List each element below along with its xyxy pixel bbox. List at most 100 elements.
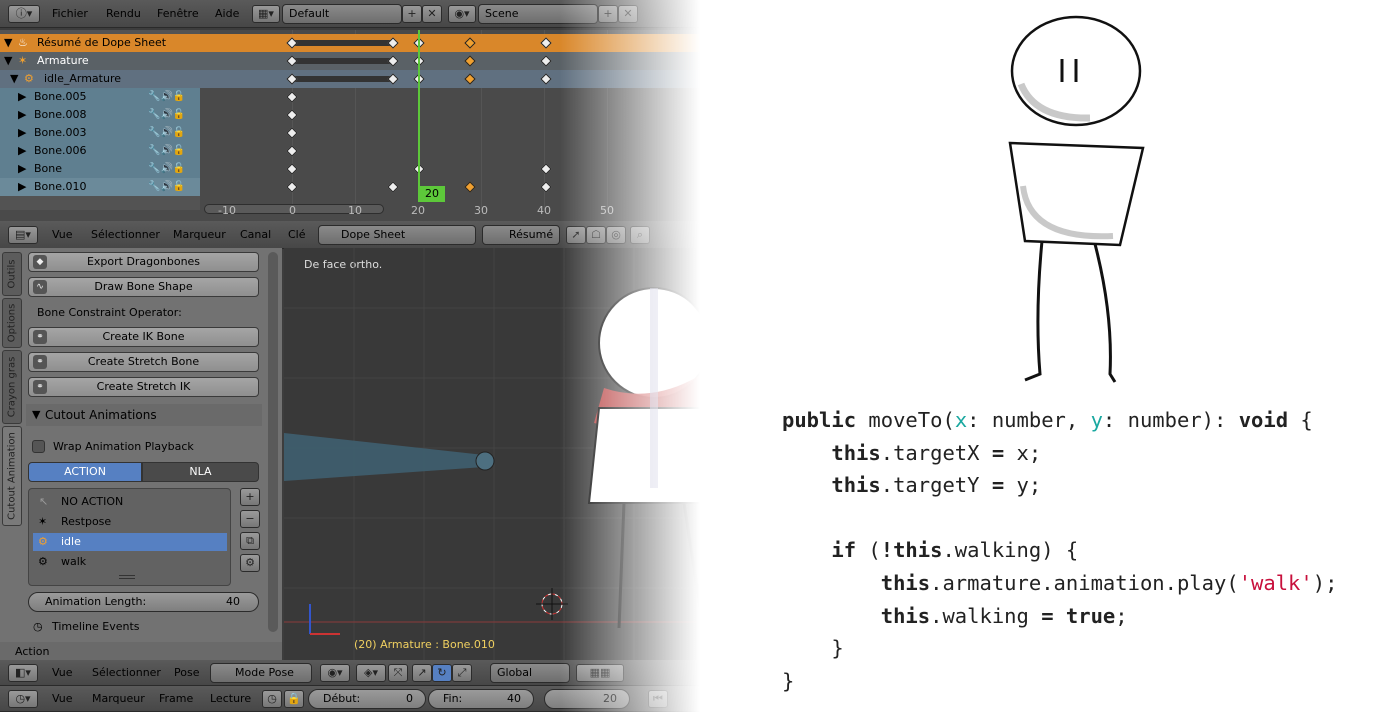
vertical-scrollbar[interactable] — [268, 252, 278, 632]
interaction-mode-select[interactable]: Mode Pose — [210, 663, 312, 683]
scale-icon[interactable]: ⤢ — [452, 664, 472, 682]
rotate-icon[interactable]: ↻ — [432, 664, 452, 682]
scene-icon[interactable]: ◉▾ — [448, 5, 476, 23]
keyframe[interactable] — [540, 163, 552, 175]
pivot-icon[interactable]: ◈▾ — [356, 664, 386, 682]
bone-toggle-icons[interactable]: 🔧🔊🔓 — [148, 106, 185, 124]
list-item[interactable]: ✶ Restpose — [33, 513, 227, 531]
bone-toggle-icons[interactable]: 🔧🔊🔓 — [148, 160, 185, 178]
resize-grip[interactable] — [119, 575, 135, 579]
expand-icon[interactable]: ▶ — [18, 142, 26, 160]
playhead-line[interactable] — [418, 30, 420, 202]
keyframe[interactable] — [387, 181, 399, 193]
animation-length-field[interactable]: Animation Length: 40 — [28, 592, 259, 612]
menu-vue[interactable]: Vue — [52, 228, 73, 241]
add-layout-icon[interactable]: + — [402, 5, 422, 23]
menu-frame[interactable]: Frame — [159, 692, 193, 705]
menu-fenetre[interactable]: Fenêtre — [157, 7, 199, 20]
menu-canal[interactable]: Canal — [240, 228, 271, 241]
orientation-select[interactable]: Global — [490, 663, 570, 683]
tab-outils[interactable]: Outils — [2, 252, 22, 296]
export-dragonbones-button[interactable]: ◆ Export Dragonbones — [28, 252, 259, 272]
menu-rendu[interactable]: Rendu — [106, 7, 141, 20]
keyframe[interactable] — [286, 163, 298, 175]
remove-action-icon[interactable]: − — [240, 510, 260, 528]
channel-bone-row[interactable]: ▶ Bone.003 🔧🔊🔓 — [0, 124, 200, 142]
bone-toggle-icons[interactable]: 🔧🔊🔓 — [148, 178, 185, 196]
layout-select[interactable]: Default — [282, 4, 402, 24]
tab-nla[interactable]: NLA — [142, 462, 259, 482]
tab-action[interactable]: ACTION — [28, 462, 142, 482]
wrap-checkbox[interactable] — [32, 440, 45, 453]
info-editor-icon[interactable]: ⓘ▾ — [8, 5, 40, 23]
channel-bone-row[interactable]: ▶ Bone.010 🔧🔊🔓 — [0, 178, 200, 196]
channel-bone-row[interactable]: ▶ Bone.005 🔧🔊🔓 — [0, 88, 200, 106]
menu-aide[interactable]: Aide — [215, 7, 239, 20]
keyframe[interactable] — [286, 127, 298, 139]
expand-icon[interactable]: ▶ — [18, 88, 26, 106]
menu-marqueur[interactable]: Marqueur — [92, 692, 145, 705]
panel-header[interactable]: ▼ Cutout Animations — [26, 404, 262, 426]
shading-icon[interactable]: ◉▾ — [320, 664, 350, 682]
create-stretch-bone-button[interactable]: ⚭ Create Stretch Bone — [28, 352, 259, 372]
create-stretch-ik-button[interactable]: ⚭ Create Stretch IK — [28, 377, 259, 397]
dopesheet-mode-select[interactable]: Dope Sheet — [318, 225, 476, 245]
keyframe[interactable] — [286, 91, 298, 103]
menu-fichier[interactable]: Fichier — [52, 7, 88, 20]
bone-toggle-icons[interactable]: 🔧🔊🔓 — [148, 88, 185, 106]
editor-type-icon[interactable]: ▤▾ — [8, 226, 38, 244]
copy-action-icon[interactable]: ⧉ — [240, 532, 260, 550]
expand-icon[interactable]: ▶ — [18, 124, 26, 142]
expand-icon[interactable]: ▼ — [10, 70, 18, 88]
channel-bone-row[interactable]: ▶ Bone 🔧🔊🔓 — [0, 160, 200, 178]
draw-bone-shape-button[interactable]: ∿ Draw Bone Shape — [28, 277, 259, 297]
action-settings-icon[interactable]: ⚙ — [240, 554, 260, 572]
menu-selectionner[interactable]: Sélectionner — [91, 228, 160, 241]
bone-toggle-icons[interactable]: 🔧🔊🔓 — [148, 124, 185, 142]
preview-range-icon[interactable]: ◷ — [262, 690, 282, 708]
layout-icon[interactable]: ▦▾ — [252, 5, 280, 23]
list-item[interactable]: ⚙ walk — [33, 553, 227, 571]
end-frame-field[interactable]: Fin: 40 — [428, 689, 534, 709]
channel-bone-row[interactable]: ▶ Bone.008 🔧🔊🔓 — [0, 106, 200, 124]
translate-icon[interactable]: ↗ — [412, 664, 432, 682]
keyframe[interactable] — [286, 145, 298, 157]
close-layout-icon[interactable]: ✕ — [422, 5, 442, 23]
expand-icon[interactable]: ▶ — [18, 106, 26, 124]
expand-icon[interactable]: ▼ — [4, 34, 12, 52]
menu-vue[interactable]: Vue — [52, 666, 73, 679]
menu-pose[interactable]: Pose — [174, 666, 199, 679]
tab-options[interactable]: Options — [2, 298, 22, 348]
menu-selectionner[interactable]: Sélectionner — [92, 666, 161, 679]
list-item[interactable]: ↖ NO ACTION — [33, 493, 227, 511]
lock-icon[interactable]: 🔒 — [284, 690, 304, 708]
timeline-events-icon: ◷ — [33, 620, 43, 633]
current-frame-badge[interactable]: 20 — [419, 186, 445, 202]
start-frame-field[interactable]: Début: 0 — [308, 689, 426, 709]
add-action-icon[interactable]: + — [240, 488, 260, 506]
tab-crayon-gras[interactable]: Crayon gras — [2, 350, 22, 424]
bone-toggle-icons[interactable]: 🔧🔊🔓 — [148, 142, 185, 160]
keyframe-selected[interactable] — [464, 181, 476, 193]
keyframe[interactable] — [540, 181, 552, 193]
menu-lecture[interactable]: Lecture — [210, 692, 251, 705]
tab-cutout-animation[interactable]: Cutout Animation — [2, 426, 22, 526]
expand-icon[interactable]: ▼ — [4, 52, 12, 70]
timeline-events-label[interactable]: Timeline Events — [52, 620, 140, 633]
channel-bone-row[interactable]: ▶ Bone.006 🔧🔊🔓 — [0, 142, 200, 160]
menu-cle[interactable]: Clé — [288, 228, 306, 241]
menu-marqueur[interactable]: Marqueur — [173, 228, 226, 241]
constraint-icon: ⚭ — [33, 330, 47, 344]
expand-icon[interactable]: ▶ — [18, 178, 26, 196]
ruler-tick: 10 — [348, 204, 362, 217]
summary-toggle[interactable]: Résumé — [482, 225, 560, 245]
list-item-selected[interactable]: ⚙ idle — [33, 533, 227, 551]
create-ik-bone-button[interactable]: ⚭ Create IK Bone — [28, 327, 259, 347]
editor-type-icon[interactable]: ◧▾ — [8, 664, 38, 682]
editor-type-icon[interactable]: ◷▾ — [8, 690, 38, 708]
menu-vue[interactable]: Vue — [52, 692, 73, 705]
manipulator-icon[interactable]: ⤧ — [388, 664, 408, 682]
keyframe[interactable] — [286, 181, 298, 193]
keyframe[interactable] — [286, 109, 298, 121]
expand-icon[interactable]: ▶ — [18, 160, 26, 178]
